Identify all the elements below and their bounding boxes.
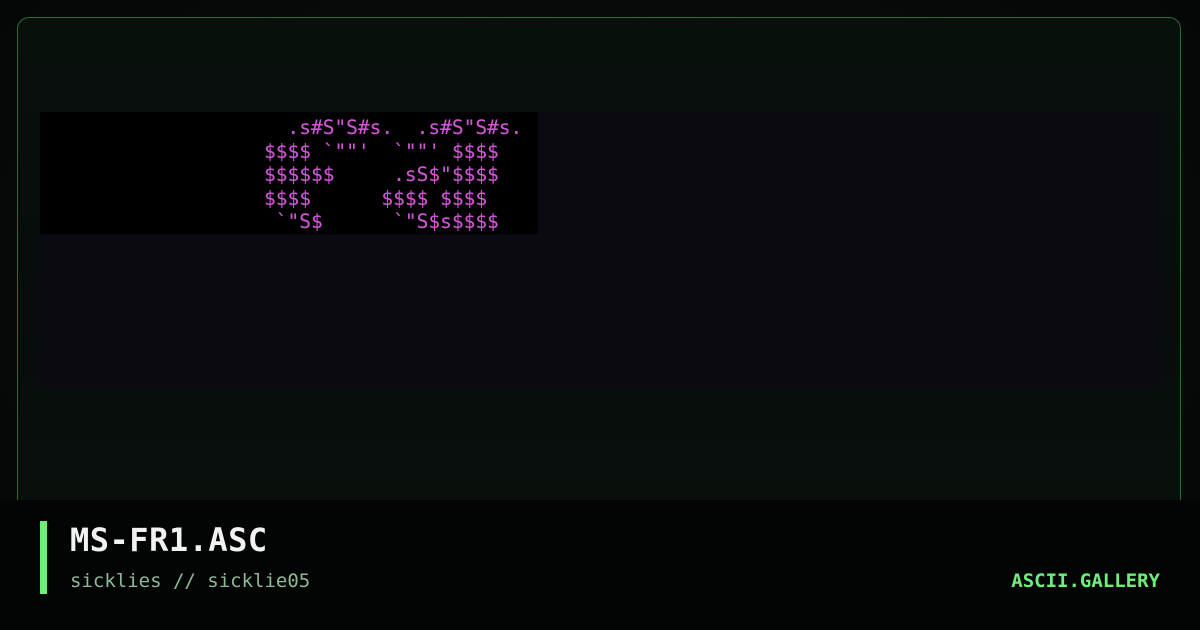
- artwork-title: MS-FR1.ASC: [70, 521, 268, 559]
- ascii-art-line: $$$$ `""' `""' $$$$: [264, 139, 499, 163]
- artwork-viewport: .s#S"S#s. .s#S"S#s. $$$$ `""' `""' $$$$ $$…: [40, 112, 1159, 387]
- footer-accent-bar: [40, 521, 47, 594]
- artwork-canvas: .s#S"S#s. .s#S"S#s. $$$$ `""' `""' $$$$ $$…: [40, 112, 538, 234]
- site-brand: ASCII.GALLERY: [1011, 570, 1160, 592]
- ascii-art-line: $$$$ $$$$ $$$$: [264, 186, 488, 210]
- ascii-art-line: `"S$ `"S$s$$$$: [264, 210, 499, 233]
- ascii-art-line: $$$$$$ .sS$"$$$$: [264, 163, 499, 186]
- ascii-art-line: .s#S"S#s. .s#S"S#s.: [264, 116, 523, 139]
- ascii-artwork: .s#S"S#s. .s#S"S#s. $$$$ `""' `""' $$$$ $$…: [264, 116, 522, 234]
- artwork-credit: sicklies // sicklie05: [70, 570, 311, 592]
